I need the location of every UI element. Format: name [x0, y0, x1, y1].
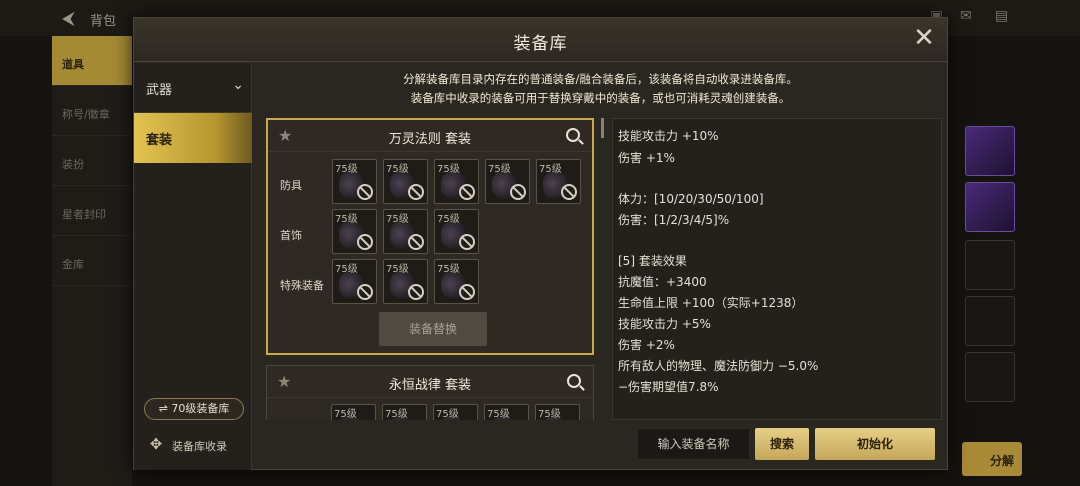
equipment-slot[interactable]: 75级	[332, 209, 377, 254]
bg-menu-item[interactable]: 称号/徽章	[52, 86, 132, 136]
background-split-button[interactable]: 分解	[962, 442, 1022, 476]
background-title: 背包	[90, 14, 117, 29]
equipment-slot[interactable]: 75级	[434, 159, 479, 204]
bg-menu-item[interactable]: 星者封印	[52, 186, 132, 236]
bg-menu-item[interactable]: 金库	[52, 236, 132, 286]
detail-line: 伤害：[1/2/3/4/5]%	[618, 213, 730, 227]
bg-menu-item[interactable]: 装扮	[52, 136, 132, 186]
notice-line-1: 分解装备库目录内存在的普通装备/融合装备后，该装备将自动收录进装备库。	[403, 72, 798, 86]
row-label-armor: 防具	[280, 179, 302, 192]
prohibited-icon	[357, 184, 373, 200]
sidebar-item-label: 武器	[146, 83, 173, 98]
notice-line-2: 装备库中收录的装备可用于替换穿戴中的装备，或也可消耗灵魂创建装备。	[410, 91, 791, 105]
detail-line: 伤害 +1%	[618, 151, 675, 165]
sidebar-item-label: 套装	[146, 133, 173, 148]
magnifier-icon[interactable]	[566, 128, 580, 142]
equipment-slot[interactable]: 75级	[485, 159, 530, 204]
equipment-name-search-input[interactable]: 输入装备名称	[637, 428, 750, 460]
row-label-special: 特殊装备	[280, 279, 324, 292]
background-left-menu: 道具 称号/徽章 装扮 星者封印 金库	[52, 36, 132, 486]
equipment-slot[interactable]: 75级	[434, 259, 479, 304]
equipment-slot[interactable]: 75级	[383, 159, 428, 204]
prohibited-icon	[357, 234, 373, 250]
detail-line: −伤害期望值7.8%	[618, 380, 719, 394]
chevron-down-icon: ⌄	[232, 77, 244, 93]
mail-icon[interactable]: ✉	[960, 8, 972, 24]
equipment-slot[interactable]: 75级	[484, 404, 529, 420]
bg-inventory-slot[interactable]	[965, 296, 1015, 346]
equipment-slot[interactable]: 75级	[331, 404, 376, 420]
prohibited-icon	[408, 184, 424, 200]
set-card[interactable]: ★ 万灵法则 套装 防具 75级 75级 75级 75级 75级 首饰 75级 …	[266, 118, 594, 355]
bg-menu-item[interactable]: 道具	[52, 36, 132, 86]
prohibited-icon	[408, 284, 424, 300]
prohibited-icon	[510, 184, 526, 200]
detail-line: 技能攻击力 +5%	[618, 317, 711, 331]
chat-icon[interactable]: ▤	[995, 8, 1008, 24]
set-card[interactable]: ★ 永恒战律 套装 75级 75级 75级 75级 75级	[266, 365, 594, 420]
close-icon[interactable]: ✕	[911, 25, 937, 52]
detail-line: 技能攻击力 +10%	[618, 129, 719, 143]
bg-inventory-slot[interactable]	[965, 352, 1015, 402]
equipment-slot[interactable]: 75级	[383, 209, 428, 254]
equipment-library-modal: 装备库 ✕ 武器 ⌄ 套装 ⇌ 70级装备库 ✥ 装备库收录 分解装备库目录内存…	[133, 17, 948, 470]
bg-inventory-slot[interactable]	[965, 240, 1015, 290]
set-list: ★ 万灵法则 套装 防具 75级 75级 75级 75级 75级 首饰 75级 …	[266, 118, 596, 420]
set-card-header: ★ 永恒战律 套装	[267, 366, 593, 398]
prohibited-icon	[561, 184, 577, 200]
collect-label: 装备库收录	[172, 440, 227, 453]
level-library-button[interactable]: ⇌ 70级装备库	[144, 398, 244, 420]
set-name: 万灵法则 套装	[388, 132, 472, 147]
set-list-scrollbar[interactable]	[601, 118, 604, 138]
notice-text: 分解装备库目录内存在的普通装备/融合装备后，该装备将自动收录进装备库。 装备库中…	[252, 70, 949, 108]
set-card-header: ★ 万灵法则 套装	[268, 120, 592, 152]
modal-header: 装备库 ✕	[134, 18, 947, 62]
detail-line: [5] 套装效果	[618, 254, 687, 268]
collect-button[interactable]: ✥ 装备库收录	[144, 433, 252, 457]
reset-button[interactable]: 初始化	[815, 428, 935, 460]
sidebar-item-weapon[interactable]: 武器 ⌄	[134, 63, 252, 113]
equipment-slot[interactable]: 75级	[382, 404, 427, 420]
set-name: 永恒战律 套装	[388, 378, 472, 393]
equipment-slot[interactable]: 75级	[535, 404, 580, 420]
prohibited-icon	[408, 234, 424, 250]
detail-line: 体力：[10/20/30/50/100]	[618, 192, 764, 206]
row-label-accessory: 首饰	[280, 229, 302, 242]
prohibited-icon	[459, 284, 475, 300]
bg-inventory-slot[interactable]	[965, 126, 1015, 176]
equipment-slot[interactable]: 75级	[383, 259, 428, 304]
detail-line: 抗魔值：+3400	[618, 275, 707, 289]
modal-title: 装备库	[513, 34, 568, 54]
equipment-slot[interactable]: 75级	[332, 159, 377, 204]
collect-icon: ✥	[149, 435, 163, 453]
equipment-slot[interactable]: 75级	[536, 159, 581, 204]
equipment-slot[interactable]: 75级	[434, 209, 479, 254]
set-effect-detail-panel: 技能攻击力 +10% 伤害 +1% 体力：[10/20/30/50/100] 伤…	[612, 118, 942, 420]
detail-line: 所有敌人的物理、魔法防御力 −5.0%	[618, 359, 819, 373]
prohibited-icon	[357, 284, 373, 300]
back-arrow-icon[interactable]: ⮜	[62, 8, 75, 29]
detail-line: 伤害 +2%	[618, 338, 675, 352]
detail-line: 生命值上限 +100（实际+1238）	[618, 296, 804, 310]
prohibited-icon	[459, 234, 475, 250]
bg-inventory-slot[interactable]	[965, 182, 1015, 232]
equipment-slot[interactable]: 75级	[332, 259, 377, 304]
magnifier-icon[interactable]	[567, 374, 581, 388]
category-sidebar: 武器 ⌄ 套装 ⇌ 70级装备库 ✥ 装备库收录	[134, 63, 252, 470]
prohibited-icon	[459, 184, 475, 200]
search-button[interactable]: 搜索	[755, 428, 809, 460]
equipment-slot[interactable]: 75级	[433, 404, 478, 420]
equipment-replace-button[interactable]: 装备替换	[379, 312, 487, 346]
sidebar-item-set[interactable]: 套装	[134, 113, 252, 163]
